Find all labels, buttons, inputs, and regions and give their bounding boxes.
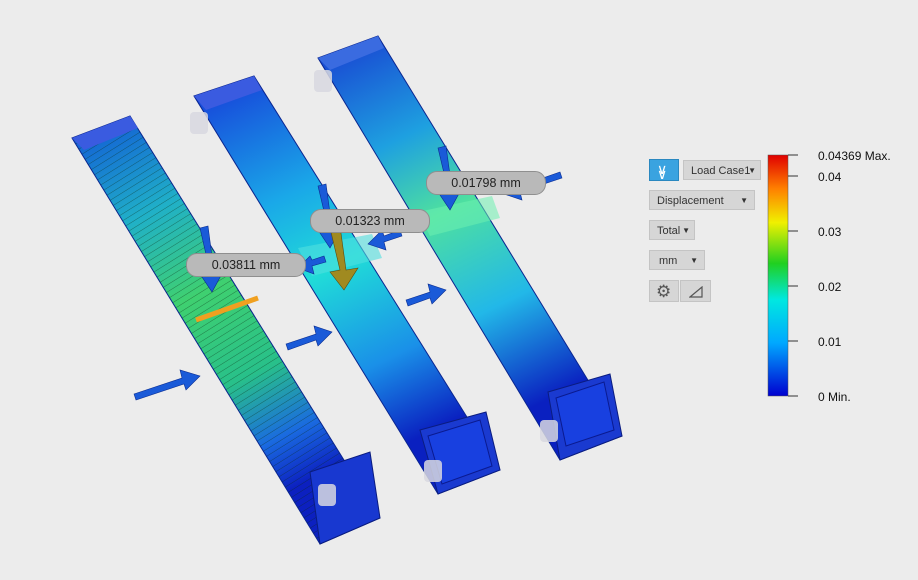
color-legend <box>767 154 798 397</box>
simulation-viewport[interactable] <box>0 0 918 580</box>
legend-labels: 0.04369 Max. 0.04 0.03 0.02 0.01 0 Min. <box>806 0 918 580</box>
probe-label-middle[interactable]: 0.01323 mm <box>310 209 430 233</box>
load-case-dropdown[interactable]: Load Case1 ▼ <box>683 160 761 180</box>
probe-label-right[interactable]: 0.01798 mm <box>426 171 546 195</box>
caret-down-icon: ▼ <box>682 226 690 235</box>
result-type-dropdown[interactable]: Displacement ▼ <box>649 190 755 210</box>
legend-tick-label: 0.01 <box>818 335 842 349</box>
units-label: mm <box>659 255 678 267</box>
gear-icon: ⚙ <box>656 282 672 301</box>
component-dropdown[interactable]: Total ▼ <box>649 220 695 240</box>
beam-left[interactable] <box>71 115 381 545</box>
probe-tool-button[interactable] <box>680 280 711 302</box>
caret-down-icon: ▼ <box>740 196 748 205</box>
legend-tick-label: 0.03 <box>818 225 842 239</box>
probe-value: 0.01798 mm <box>451 176 521 190</box>
probe-value: 0.01323 mm <box>335 214 405 228</box>
caret-down-icon: ▼ <box>690 256 698 265</box>
collapse-button[interactable]: ∨ ∨ <box>649 159 679 181</box>
legend-tick-label: 0.04 <box>818 170 842 184</box>
legend-settings-button[interactable]: ⚙ <box>649 280 679 302</box>
load-case-label: Load Case1 <box>691 165 751 177</box>
legend-min-label: 0 Min. <box>818 390 851 404</box>
probe-value: 0.03811 mm <box>211 258 281 272</box>
caret-down-icon: ▼ <box>748 166 756 175</box>
result-type-label: Displacement <box>657 195 724 207</box>
component-label: Total <box>657 225 681 237</box>
legend-max-label: 0.04369 Max. <box>818 149 891 163</box>
double-chevron-down-icon-2: ∨ <box>657 166 668 182</box>
units-dropdown[interactable]: mm ▼ <box>649 250 705 270</box>
triangle-ruler-icon <box>689 286 703 298</box>
legend-tick-label: 0.02 <box>818 280 842 294</box>
probe-label-left[interactable]: 0.03811 mm <box>186 253 306 277</box>
